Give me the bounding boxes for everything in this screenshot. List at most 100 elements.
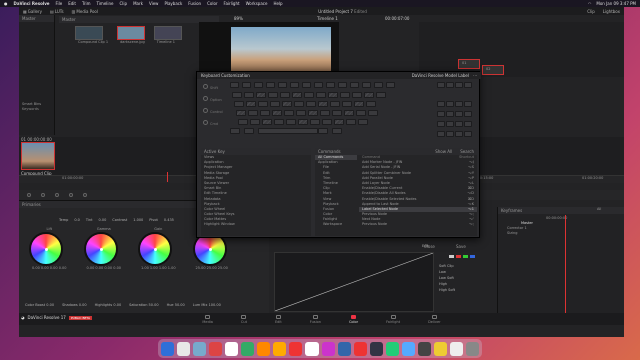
page-deliver[interactable]: Deliver bbox=[428, 314, 441, 324]
keyboard-key[interactable] bbox=[294, 101, 304, 107]
keyboard-key[interactable] bbox=[244, 92, 254, 98]
menu-timeline[interactable]: Timeline bbox=[96, 1, 113, 6]
keyboard-key[interactable] bbox=[262, 119, 272, 125]
numpad-key[interactable] bbox=[455, 111, 463, 117]
keyboard-key[interactable] bbox=[290, 82, 299, 88]
luts-button[interactable]: ▤ LUTs bbox=[50, 9, 64, 14]
kf-playhead[interactable] bbox=[565, 215, 566, 313]
lightbox-button[interactable]: Lightbox bbox=[603, 9, 620, 14]
page-fairlight[interactable]: Fairlight bbox=[386, 314, 400, 324]
keyboard-key[interactable] bbox=[238, 119, 248, 125]
page-edit[interactable]: Edit bbox=[275, 314, 282, 324]
keyboard-key[interactable] bbox=[232, 92, 242, 98]
keyboard-key[interactable] bbox=[284, 110, 294, 116]
dock-app-icon[interactable] bbox=[337, 341, 351, 356]
command-tree-item[interactable]: Workspace bbox=[315, 222, 357, 227]
menu-app[interactable]: DaVinci Resolve bbox=[14, 1, 50, 6]
menu-trim[interactable]: Trim bbox=[82, 1, 91, 6]
keyboard-key[interactable] bbox=[344, 110, 354, 116]
keyboard-key[interactable] bbox=[250, 119, 260, 125]
keyboard-key[interactable] bbox=[242, 82, 251, 88]
numpad-key[interactable] bbox=[437, 111, 445, 117]
dock-app-icon[interactable] bbox=[385, 341, 399, 356]
node-editor[interactable]: 01 02 bbox=[419, 22, 624, 77]
preset-select[interactable]: DaVinci Resolve Model Label bbox=[412, 73, 469, 78]
dialog-save-button[interactable]: Save bbox=[456, 244, 466, 249]
bin-master[interactable]: Master bbox=[19, 15, 54, 22]
numpad-key[interactable] bbox=[464, 131, 472, 137]
channel-b[interactable] bbox=[470, 255, 475, 258]
keyboard-key[interactable] bbox=[318, 101, 328, 107]
rgb-mixer-icon[interactable] bbox=[83, 193, 87, 197]
color-boost[interactable]: Color Boost 0.00 bbox=[25, 303, 54, 307]
shadows[interactable]: Shadows 0.00 bbox=[62, 303, 87, 307]
menu-edit[interactable]: Edit bbox=[68, 1, 76, 6]
dock-app-icon[interactable] bbox=[209, 341, 223, 356]
dock-app-icon[interactable] bbox=[241, 341, 255, 356]
pivot-value[interactable]: 0.435 bbox=[164, 218, 174, 222]
dock-app-icon[interactable] bbox=[193, 341, 207, 356]
contrast-value[interactable]: 1.000 bbox=[133, 218, 143, 222]
menu-view[interactable]: View bbox=[149, 1, 159, 6]
keyboard-key[interactable] bbox=[272, 110, 282, 116]
dock-app-icon[interactable] bbox=[353, 341, 367, 356]
mod-cmd[interactable]: Cmd bbox=[203, 120, 227, 126]
gamma-wheel[interactable] bbox=[83, 232, 118, 267]
dock-app-icon[interactable] bbox=[273, 341, 287, 356]
highlights[interactable]: Highlights 0.00 bbox=[95, 303, 122, 307]
keyboard-key[interactable] bbox=[256, 92, 266, 98]
page-cut[interactable]: Cut bbox=[241, 314, 247, 324]
numpad-key[interactable] bbox=[455, 131, 463, 137]
dock-app-icon[interactable] bbox=[289, 341, 303, 356]
clip-item[interactable]: Compound Clip 1 bbox=[75, 26, 111, 45]
keyboard-key[interactable] bbox=[338, 82, 347, 88]
keyboard-key[interactable] bbox=[230, 82, 239, 88]
keyboard-key[interactable] bbox=[260, 110, 270, 116]
hue[interactable]: Hue 50.00 bbox=[167, 303, 185, 307]
keyboard-key[interactable] bbox=[362, 82, 371, 88]
menu-workspace[interactable]: Workspace bbox=[246, 1, 268, 6]
dock-app-icon[interactable] bbox=[369, 341, 383, 356]
dock-app-icon[interactable] bbox=[465, 341, 479, 356]
keyboard-key[interactable] bbox=[302, 82, 311, 88]
apple-icon[interactable]: ● bbox=[4, 1, 8, 6]
lum-mix[interactable]: Lum Mix 100.00 bbox=[193, 303, 221, 307]
menu-help[interactable]: Help bbox=[273, 1, 282, 6]
timeline-name[interactable]: Timeline 1 bbox=[317, 16, 338, 21]
dock-app-icon[interactable] bbox=[177, 341, 191, 356]
page-fusion[interactable]: Fusion bbox=[310, 314, 321, 324]
numpad-key[interactable] bbox=[437, 82, 445, 88]
mod-shift[interactable]: Shift bbox=[203, 84, 227, 90]
keyboard-key[interactable] bbox=[376, 92, 386, 98]
keyboard-key[interactable] bbox=[296, 110, 306, 116]
color-match-icon[interactable] bbox=[41, 193, 45, 197]
numpad-key[interactable] bbox=[455, 82, 463, 88]
channel-g[interactable] bbox=[463, 255, 468, 258]
numpad-key[interactable] bbox=[464, 111, 472, 117]
keyboard-key[interactable] bbox=[334, 119, 344, 125]
keyboard-key[interactable] bbox=[318, 128, 328, 134]
dock-app-icon[interactable] bbox=[161, 341, 175, 356]
media-pool-button[interactable]: ▥ Media Pool bbox=[72, 9, 98, 14]
keyboard-key[interactable] bbox=[244, 128, 254, 134]
keyboard-key[interactable] bbox=[248, 110, 258, 116]
tint-value[interactable]: 0.00 bbox=[99, 218, 107, 222]
numpad-key[interactable] bbox=[455, 121, 463, 127]
lift-wheel[interactable] bbox=[29, 232, 63, 267]
keyboard-key[interactable] bbox=[306, 101, 316, 107]
keyboard-key[interactable] bbox=[328, 92, 338, 98]
kf-sizing[interactable]: Sizing bbox=[504, 231, 520, 236]
color-wheels-icon[interactable] bbox=[55, 193, 59, 197]
keyboard-key[interactable] bbox=[346, 119, 356, 125]
menu-playback[interactable]: Playback bbox=[164, 1, 182, 6]
keyboard-key[interactable] bbox=[374, 82, 383, 88]
keyboard-key[interactable] bbox=[282, 101, 292, 107]
node-01[interactable]: 01 bbox=[458, 59, 480, 69]
wifi-icon[interactable]: ◠ bbox=[588, 1, 592, 6]
numpad-key[interactable] bbox=[446, 101, 454, 107]
mod-control[interactable]: Control bbox=[203, 108, 227, 114]
numpad-key[interactable] bbox=[464, 101, 472, 107]
page-media[interactable]: Media bbox=[202, 314, 213, 324]
menu-fusion[interactable]: Fusion bbox=[188, 1, 201, 6]
keyframes-mode[interactable]: All bbox=[594, 207, 604, 212]
